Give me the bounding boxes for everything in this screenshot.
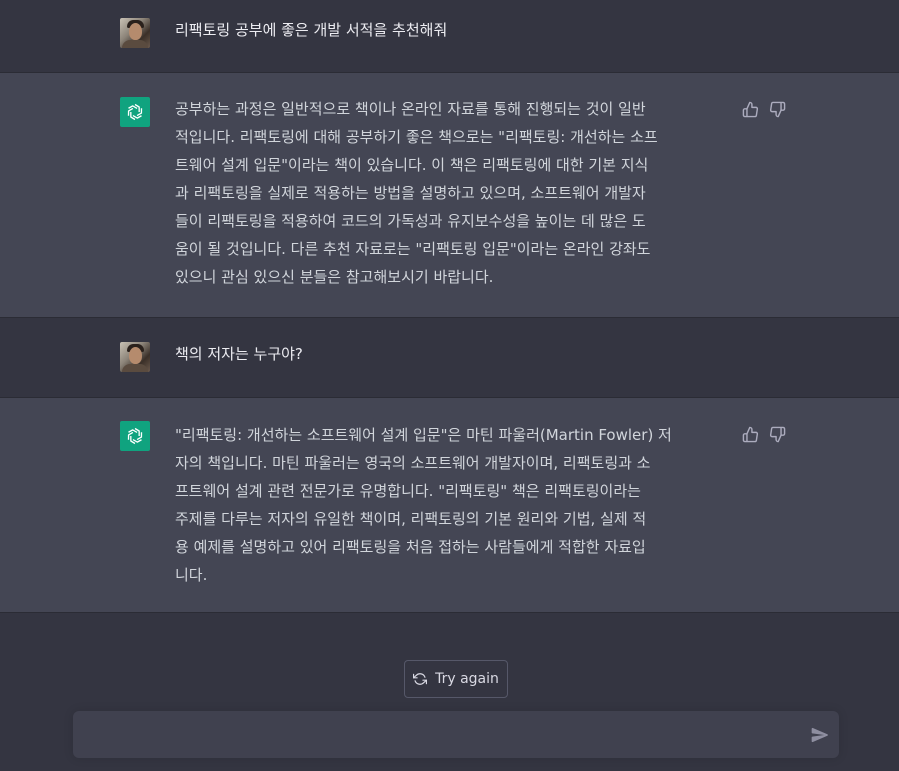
thumbs-down-icon[interactable] <box>769 101 786 118</box>
message-feedback <box>742 426 786 443</box>
openai-logo-icon <box>120 97 150 127</box>
try-again-button[interactable]: Try again <box>404 660 508 698</box>
thumbs-up-icon[interactable] <box>742 426 759 443</box>
assistant-message-text: 공부하는 과정은 일반적으로 책이나 온라인 자료를 통해 진행되는 것이 일반… <box>175 100 658 286</box>
message-composer <box>73 711 839 758</box>
user-avatar <box>120 342 150 372</box>
message-input[interactable] <box>87 723 791 751</box>
user-message-text: 책의 저자는 누구야? <box>175 345 303 363</box>
thumbs-down-icon[interactable] <box>769 426 786 443</box>
thumbs-up-icon[interactable] <box>742 101 759 118</box>
user-avatar <box>120 18 150 48</box>
message-feedback <box>742 101 786 118</box>
assistant-message-row: 공부하는 과정은 일반적으로 책이나 온라인 자료를 통해 진행되는 것이 일반… <box>0 72 899 318</box>
user-message-row: 책의 저자는 누구야? <box>0 318 899 397</box>
try-again-label: Try again <box>435 671 499 687</box>
openai-logo-icon <box>120 421 150 451</box>
assistant-message-text: "리팩토링: 개선하는 소프트웨어 설계 입문"은 마틴 파울러(Martin … <box>175 426 672 584</box>
refresh-icon <box>413 673 428 685</box>
assistant-message-row: "리팩토링: 개선하는 소프트웨어 설계 입문"은 마틴 파울러(Martin … <box>0 397 899 613</box>
paper-plane-icon[interactable] <box>810 725 830 745</box>
user-message-text: 리팩토링 공부에 좋은 개발 서적을 추천해줘 <box>175 21 448 39</box>
conversation-thread: 리팩토링 공부에 좋은 개발 서적을 추천해줘 공부하는 과정은 일반적으로 책… <box>0 0 899 613</box>
user-message-row: 리팩토링 공부에 좋은 개발 서적을 추천해줘 <box>0 0 899 72</box>
